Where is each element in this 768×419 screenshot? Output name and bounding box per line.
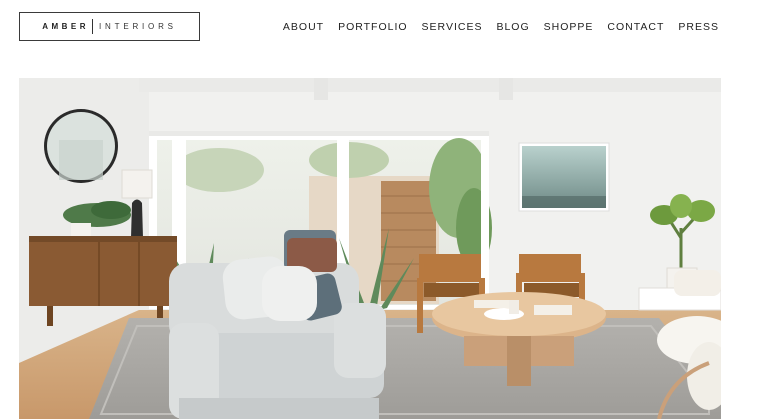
hero-image[interactable] bbox=[19, 78, 721, 419]
logo-word-interiors: INTERIORS bbox=[99, 22, 177, 31]
nav-about[interactable]: ABOUT bbox=[283, 21, 324, 33]
nav-contact[interactable]: CONTACT bbox=[607, 21, 664, 33]
nav-shoppe[interactable]: SHOPPE bbox=[544, 21, 594, 33]
logo-word-amber: AMBER bbox=[42, 22, 90, 31]
living-room-illustration bbox=[19, 78, 721, 419]
nav-blog[interactable]: BLOG bbox=[496, 21, 529, 33]
main-nav: ABOUT PORTFOLIO SERVICES BLOG SHOPPE CON… bbox=[283, 21, 719, 33]
nav-press[interactable]: PRESS bbox=[678, 21, 719, 33]
brand-logo[interactable]: AMBER INTERIORS bbox=[19, 12, 200, 41]
nav-portfolio[interactable]: PORTFOLIO bbox=[338, 21, 407, 33]
nav-services[interactable]: SERVICES bbox=[422, 21, 483, 33]
logo-divider bbox=[92, 19, 94, 34]
